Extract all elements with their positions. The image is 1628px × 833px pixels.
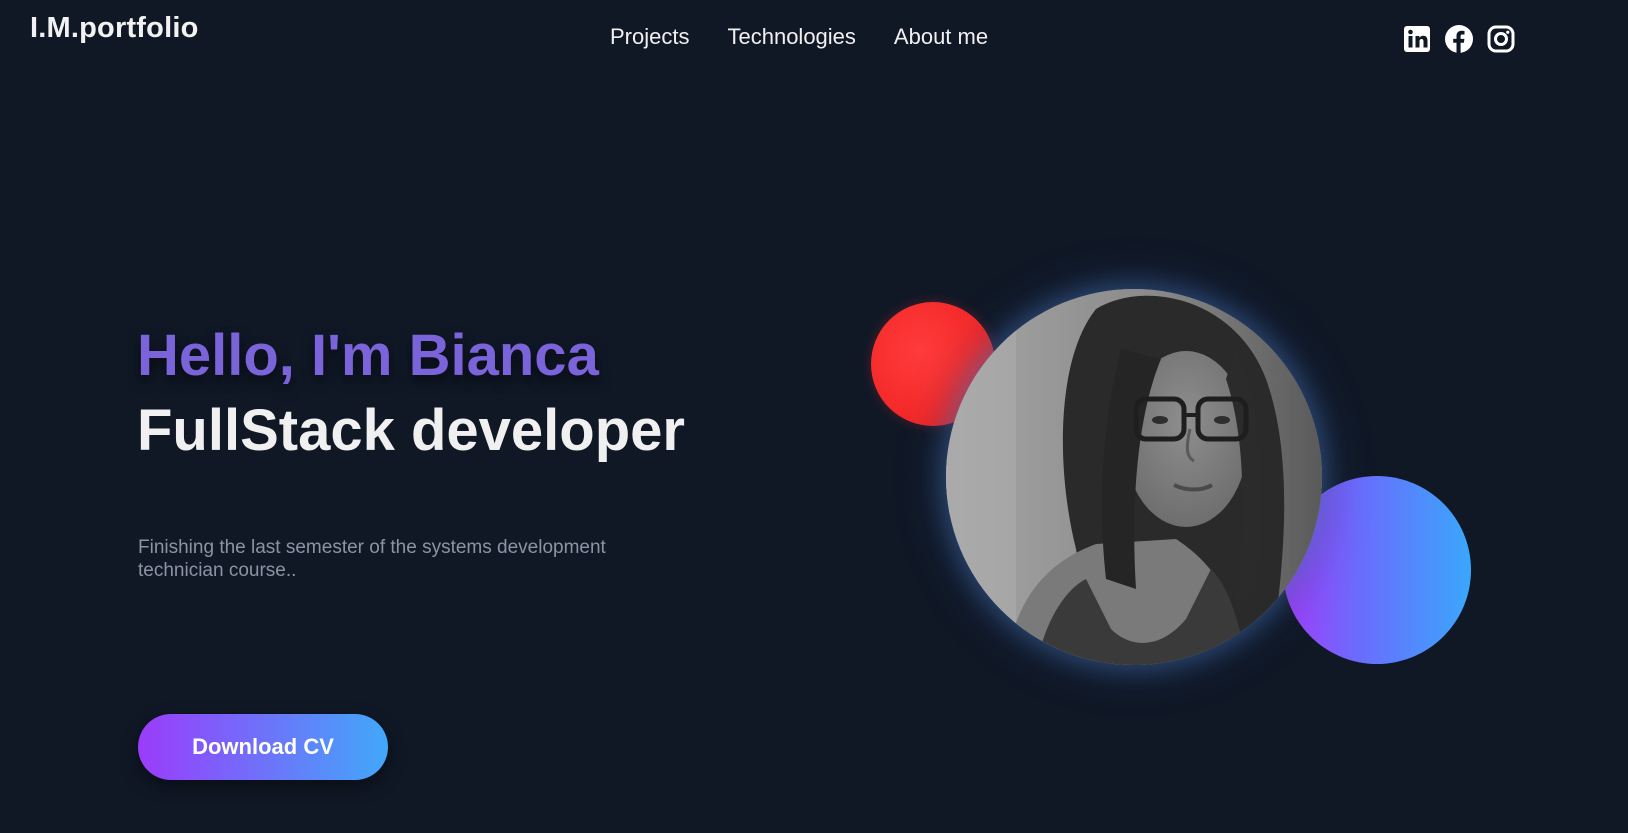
instagram-icon[interactable]: [1486, 24, 1516, 54]
nav-about-me[interactable]: About me: [894, 24, 988, 50]
nav-projects[interactable]: Projects: [610, 24, 689, 50]
profile-photo: [946, 289, 1322, 665]
nav-technologies[interactable]: Technologies: [727, 24, 855, 50]
social-links: [1402, 24, 1516, 54]
hero-role: FullStack developer: [137, 398, 685, 463]
portfolio-page: I.M.portfolio Projects Technologies Abou…: [0, 0, 1628, 833]
download-cv-button[interactable]: Download CV: [138, 714, 388, 780]
hero-greeting: Hello, I'm Bianca: [137, 323, 599, 388]
facebook-icon[interactable]: [1444, 24, 1474, 54]
site-logo[interactable]: I.M.portfolio: [30, 12, 199, 45]
linkedin-icon[interactable]: [1402, 24, 1432, 54]
main-nav: Projects Technologies About me: [610, 24, 988, 50]
hero-description: Finishing the last semester of the syste…: [138, 537, 606, 581]
